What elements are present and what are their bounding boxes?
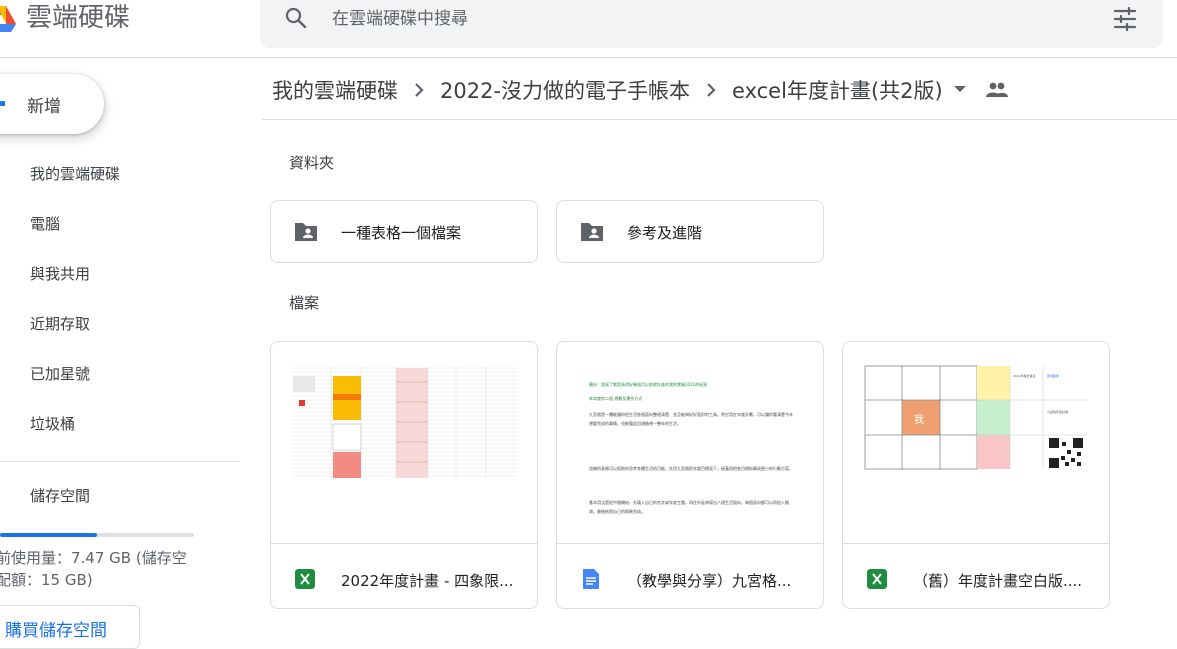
file-footer: （舊）年度計畫空白版.... bbox=[843, 545, 1109, 608]
storage-usage-line: 前使用量：7.47 GB (儲存空 bbox=[0, 549, 187, 567]
sidebar-item-label: 近期存取 bbox=[30, 315, 91, 333]
doc-preview-title: 備份：我寫了教案長得好幾個月以前就存進的我的雲端2021的紀錄 bbox=[589, 382, 708, 387]
sidebar-item-label: 已加星號 bbox=[30, 365, 91, 383]
file-thumbnail bbox=[271, 342, 537, 544]
cloud-icon bbox=[0, 486, 6, 506]
app-title[interactable]: 雲端硬碟 bbox=[26, 0, 130, 36]
docs-file-icon bbox=[583, 569, 599, 589]
sidebar-item-label: 我的雲端硬碟 bbox=[30, 165, 121, 183]
shared-folder-icon bbox=[581, 223, 603, 241]
sidebar-item-starred[interactable]: 已加星號 bbox=[0, 354, 240, 394]
breadcrumb: 我的雲端硬碟 2022-沒力做的電子手帳本 excel年度計畫(共2版) bbox=[272, 72, 1011, 108]
doc-preview-paragraph: 這樣的表格可以幫助你思考各種生活的可能，先用九宮格把年度目標寫下，接著再把各目標… bbox=[589, 466, 793, 471]
chevron-right-icon bbox=[690, 78, 732, 102]
file-thumbnail: 我 2022年度計畫表 參考範例 九宮格年度計畫 bbox=[843, 342, 1109, 544]
trash-icon bbox=[0, 414, 6, 434]
doc-preview-paragraph: 基本用法是從中間開始，先填入自己的名字或年度主題，再往外延伸寫出八個生活面向，每… bbox=[589, 500, 789, 514]
sidebar-item-recent[interactable]: 近期存取 bbox=[0, 304, 240, 344]
clock-icon bbox=[0, 314, 6, 334]
buy-storage-label: 購買儲存空間 bbox=[5, 621, 107, 641]
sidebar-item-label: 垃圾桶 bbox=[30, 415, 76, 433]
folder-card[interactable]: 參考及進階 bbox=[556, 200, 824, 263]
nine-grid-side-note: 九宮格年度計畫 bbox=[1047, 410, 1069, 414]
new-button-label: 新增 bbox=[27, 97, 61, 117]
sidebar-item-storage[interactable]: 儲存空間 bbox=[0, 476, 240, 516]
sidebar-item-label: 與我共用 bbox=[30, 265, 91, 283]
shared-with-me-icon bbox=[0, 264, 6, 284]
main-divider bbox=[262, 119, 1177, 120]
computer-icon bbox=[0, 214, 6, 234]
plus-icon bbox=[0, 101, 5, 106]
breadcrumb-folder[interactable]: 2022-沒力做的電子手帳本 bbox=[440, 75, 690, 105]
breadcrumb-current-folder[interactable]: excel年度計畫(共2版) bbox=[732, 75, 943, 105]
nine-grid-preview-icon bbox=[864, 365, 1087, 470]
nine-grid-side-note: 參考範例 bbox=[1047, 374, 1060, 378]
file-thumbnail: 備份：我寫了教案長得好幾個月以前就存進的我的雲端2021的紀錄 本年度的二個 規… bbox=[557, 342, 823, 544]
shared-people-icon[interactable] bbox=[983, 78, 1011, 102]
star-icon bbox=[0, 364, 6, 384]
search-options-icon[interactable] bbox=[1112, 6, 1138, 32]
drive-icon bbox=[0, 164, 6, 184]
dropdown-arrow-icon[interactable] bbox=[943, 78, 977, 102]
files-section-title: 檔案 bbox=[289, 294, 320, 312]
folder-card[interactable]: 一種表格一個檔案 bbox=[270, 200, 538, 263]
file-card[interactable]: 2022年度計畫 - 四象限... bbox=[270, 341, 538, 609]
folder-name: 參考及進階 bbox=[627, 224, 703, 242]
drive-logo-icon[interactable] bbox=[0, 4, 16, 34]
file-card[interactable]: 備份：我寫了教案長得好幾個月以前就存進的我的雲端2021的紀錄 本年度的二個 規… bbox=[556, 341, 824, 609]
shared-folder-icon bbox=[295, 223, 317, 241]
file-footer: 2022年度計畫 - 四象限... bbox=[271, 545, 537, 608]
file-card[interactable]: 我 2022年度計畫表 參考範例 九宮格年度計畫 （舊）年度計畫空白版.... bbox=[842, 341, 1110, 609]
storage-usage-line: 配額：15 GB) bbox=[0, 571, 93, 589]
nine-grid-center-text: 我 bbox=[914, 415, 924, 426]
search-input[interactable] bbox=[332, 5, 1032, 33]
file-name: （舊）年度計畫空白版.... bbox=[913, 572, 1083, 590]
storage-usage-text: 前使用量：7.47 GB (儲存空 配額：15 GB) bbox=[0, 547, 196, 591]
new-button[interactable]: 新增 bbox=[0, 74, 104, 134]
breadcrumb-my-drive[interactable]: 我的雲端硬碟 bbox=[272, 75, 398, 105]
doc-preview-paragraph: 九宮格是一種能讓你把生活各個面向整理清楚、並且能夠好好面對的工具。將它用在年度計… bbox=[589, 412, 793, 426]
sidebar-item-label: 儲存空間 bbox=[30, 487, 91, 505]
doc-preview-subtitle: 本年度的二個 規劃及運作方式 bbox=[589, 396, 643, 401]
top-header: 雲端硬碟 bbox=[0, 0, 1177, 58]
spreadsheet-preview-icon bbox=[293, 366, 517, 478]
folder-name: 一種表格一個檔案 bbox=[341, 224, 462, 242]
file-name: （教學與分享）九宮格... bbox=[627, 572, 792, 590]
storage-usage-fill bbox=[0, 533, 97, 537]
nine-grid-side-note: 2022年度計畫表 bbox=[1013, 374, 1036, 378]
sidebar-item-label: 電腦 bbox=[30, 215, 61, 233]
sheets-file-icon bbox=[867, 569, 887, 589]
sidebar-divider bbox=[0, 461, 240, 462]
sidebar-item-computers[interactable]: 電腦 bbox=[0, 204, 240, 244]
sheets-file-icon bbox=[295, 569, 315, 589]
file-name: 2022年度計畫 - 四象限... bbox=[341, 572, 514, 590]
sidebar-item-trash[interactable]: 垃圾桶 bbox=[0, 404, 240, 444]
folders-section-title: 資料夾 bbox=[289, 154, 335, 172]
sidebar-item-my-drive[interactable]: 我的雲端硬碟 bbox=[0, 154, 240, 194]
search-box[interactable] bbox=[260, 0, 1163, 48]
storage-usage-bar bbox=[0, 533, 194, 537]
search-icon[interactable] bbox=[284, 6, 308, 30]
sidebar-item-shared-with-me[interactable]: 與我共用 bbox=[0, 254, 240, 294]
buy-storage-button[interactable]: 購買儲存空間 bbox=[0, 605, 140, 649]
file-footer: （教學與分享）九宮格... bbox=[557, 545, 823, 608]
chevron-right-icon bbox=[398, 78, 440, 102]
